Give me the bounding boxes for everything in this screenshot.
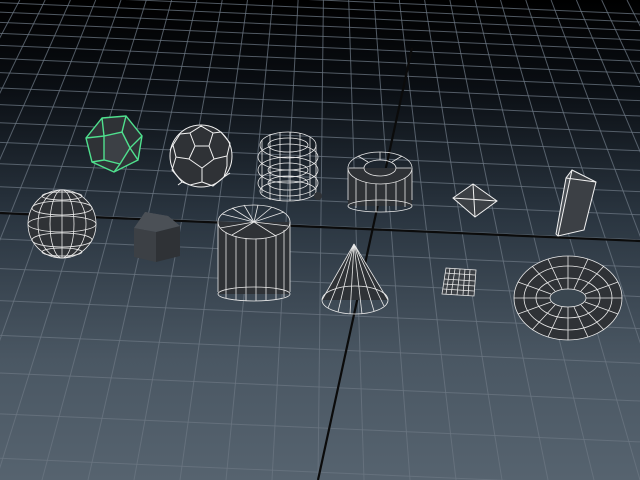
3d-viewport[interactable] [0,0,640,480]
grid-line [0,32,640,62]
grid-line [373,0,411,480]
cone-object[interactable] [321,243,389,315]
plane-object[interactable] [441,267,477,297]
grid-line [0,186,640,216]
torus-object[interactable] [513,255,623,341]
prism-object[interactable] [555,169,597,237]
dodecahedron-object[interactable] [85,115,143,173]
ground-grid [0,0,640,480]
sphere-object[interactable] [27,189,97,259]
helix-object[interactable] [257,131,322,202]
grid-line [0,87,640,117]
grid-line [125,0,640,23]
perspective-scene[interactable] [0,0,640,480]
grid-line [449,0,549,480]
soccer-ball-object[interactable] [169,124,233,188]
grid-line [0,163,640,193]
grid-line [424,0,503,480]
grid-line [0,413,640,443]
grid-line [0,57,640,87]
grid-line [0,372,640,402]
pipe-object[interactable] [347,151,413,213]
pyramid-object[interactable] [452,183,498,218]
grid-line [474,0,595,480]
grid-line [348,0,365,480]
grid-line [0,72,640,102]
cylinder-object[interactable] [217,204,291,302]
